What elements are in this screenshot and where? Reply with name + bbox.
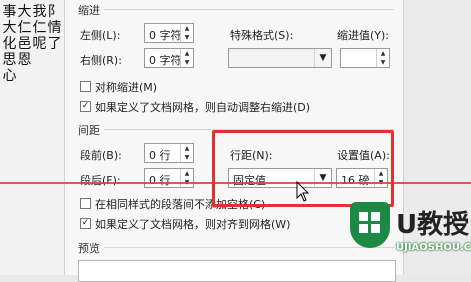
space-before-value: 0 行 bbox=[149, 149, 171, 162]
mouse-cursor-icon bbox=[296, 181, 310, 202]
spinner-arrows-icon[interactable]: ▲▼ bbox=[180, 24, 193, 42]
doc-text-column: 阝情了 bbox=[47, 4, 62, 52]
left-indent-spinner[interactable]: 0 字符 ▲ ▼ bbox=[144, 23, 194, 43]
doc-text-column: 事大化思心 bbox=[2, 4, 17, 84]
watermark-url: UJIAOSHOU.COM bbox=[396, 242, 471, 253]
left-indent-label: 左侧(L): bbox=[80, 29, 121, 42]
preview-section-label: 预览 bbox=[78, 242, 100, 255]
spacing-section-label: 间距 bbox=[78, 124, 100, 137]
space-before-label: 段前(B): bbox=[80, 149, 122, 162]
right-indent-label: 右侧(R): bbox=[80, 54, 122, 67]
watermark-brand: U教授 bbox=[396, 210, 470, 240]
doc-text-column: 大仁邑恩 bbox=[17, 4, 32, 68]
auto-adjust-label: 如果定义了文档网格，则自动调整右缩进(D) bbox=[95, 101, 311, 114]
snap-to-grid-label: 如果定义了文档网格，则对齐到网格(W) bbox=[95, 218, 291, 231]
no-space-same-style-checkbox[interactable] bbox=[80, 198, 91, 209]
indent-section-label: 缩进 bbox=[78, 4, 100, 17]
left-indent-value: 0 字符 bbox=[149, 29, 182, 42]
doc-text-column: 我仁呢 bbox=[32, 4, 47, 52]
auto-adjust-checkbox[interactable]: ✓ bbox=[80, 101, 91, 112]
spinner-arrows-icon[interactable]: ▲▼ bbox=[180, 49, 193, 67]
watermark-logo: U教授 UJIAOSHOU.COM bbox=[344, 198, 471, 274]
right-indent-value: 0 字符 bbox=[149, 54, 182, 67]
section-divider bbox=[104, 9, 394, 10]
shield-logo-icon bbox=[350, 202, 390, 248]
spinner-arrows-icon[interactable]: ▲▼ bbox=[376, 49, 389, 67]
space-after-label: 段后(F): bbox=[80, 174, 121, 187]
space-after-value: 0 行 bbox=[149, 174, 171, 187]
snap-to-grid-checkbox[interactable]: ✓ bbox=[80, 218, 91, 229]
highlight-line bbox=[0, 182, 471, 184]
right-indent-spinner[interactable]: 0 字符 ▲ ▼ bbox=[144, 48, 194, 68]
space-after-spinner[interactable]: 0 行 ▲▼ bbox=[144, 168, 194, 188]
background-document: 事大化思心 大仁邑恩 我仁呢 阝情了 bbox=[0, 0, 64, 275]
indent-value-spinner[interactable]: ▲ ▼ bbox=[340, 48, 390, 68]
spinner-arrows-icon[interactable]: ▲▼ bbox=[180, 144, 193, 162]
mirror-indent-label: 对称缩进(M) bbox=[95, 81, 158, 94]
special-format-select[interactable]: ▼ bbox=[228, 48, 332, 68]
indent-value-label: 缩进值(Y): bbox=[337, 29, 390, 42]
space-before-spinner[interactable]: 0 行 ▲ ▼ bbox=[144, 143, 194, 163]
mirror-indent-checkbox[interactable] bbox=[80, 81, 91, 92]
spinner-arrows-icon[interactable]: ▲▼ bbox=[180, 169, 193, 187]
special-format-label: 特殊格式(S): bbox=[230, 29, 294, 42]
chevron-down-icon[interactable]: ▼ bbox=[314, 49, 331, 67]
